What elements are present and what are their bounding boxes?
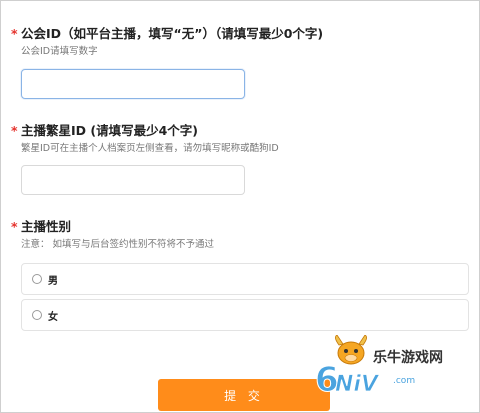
gender-option-male[interactable]: 男 (21, 263, 469, 295)
radio-unchecked-icon[interactable] (32, 310, 42, 320)
gender-option-label: 男 (48, 275, 58, 287)
gender-label: 主播性别 (21, 219, 72, 234)
gender-hint: 注意： 如填写与后台签约性别不符将不予通过 (21, 239, 215, 250)
radio-unchecked-icon[interactable] (32, 274, 42, 284)
gender-title: * 主播性别 (11, 219, 469, 235)
guild-id-section: * 公会ID（如平台主播，填写“无”）（请填写最少0个字) 公会ID请填写数字 (11, 26, 469, 58)
gender-section: * 主播性别 注意： 如填写与后台签约性别不符将不予通过 (11, 219, 469, 251)
required-mark: * (11, 219, 18, 234)
anchor-id-hint: 繁星ID可在主播个人档案页左侧查看，请勿填写昵称或酷狗ID (21, 143, 279, 154)
watermark-logo-letters: NiV (335, 372, 380, 395)
guild-id-title: * 公会ID（如平台主播，填写“无”）（请填写最少0个字) (11, 26, 469, 42)
anchor-id-section: * 主播繁星ID (请填写最少4个字) 繁星ID可在主播个人档案页左侧查看，请勿填… (11, 123, 469, 155)
required-mark: * (11, 26, 18, 41)
anchor-id-title: * 主播繁星ID (请填写最少4个字) (11, 123, 469, 139)
watermark-logo-domain: .com (393, 376, 415, 386)
guild-id-label: 公会ID（如平台主播，填写“无”）（请填写最少0个字) (21, 26, 324, 41)
watermark-logo: 6 NiV .com 乐牛游戏网 (313, 334, 473, 401)
required-mark: * (11, 123, 18, 138)
guild-id-input[interactable] (21, 69, 245, 99)
anchor-id-input[interactable] (21, 165, 245, 195)
gender-option-female[interactable]: 女 (21, 299, 469, 331)
guild-id-hint: 公会ID请填写数字 (21, 46, 98, 57)
watermark-text: 乐牛游戏网 (373, 350, 443, 366)
submit-button[interactable]: 提 交 (158, 379, 330, 411)
gender-option-label: 女 (48, 311, 58, 323)
form-page: * 公会ID（如平台主播，填写“无”）（请填写最少0个字) 公会ID请填写数字 *… (0, 0, 480, 413)
anchor-id-label: 主播繁星ID (请填写最少4个字) (21, 123, 199, 138)
